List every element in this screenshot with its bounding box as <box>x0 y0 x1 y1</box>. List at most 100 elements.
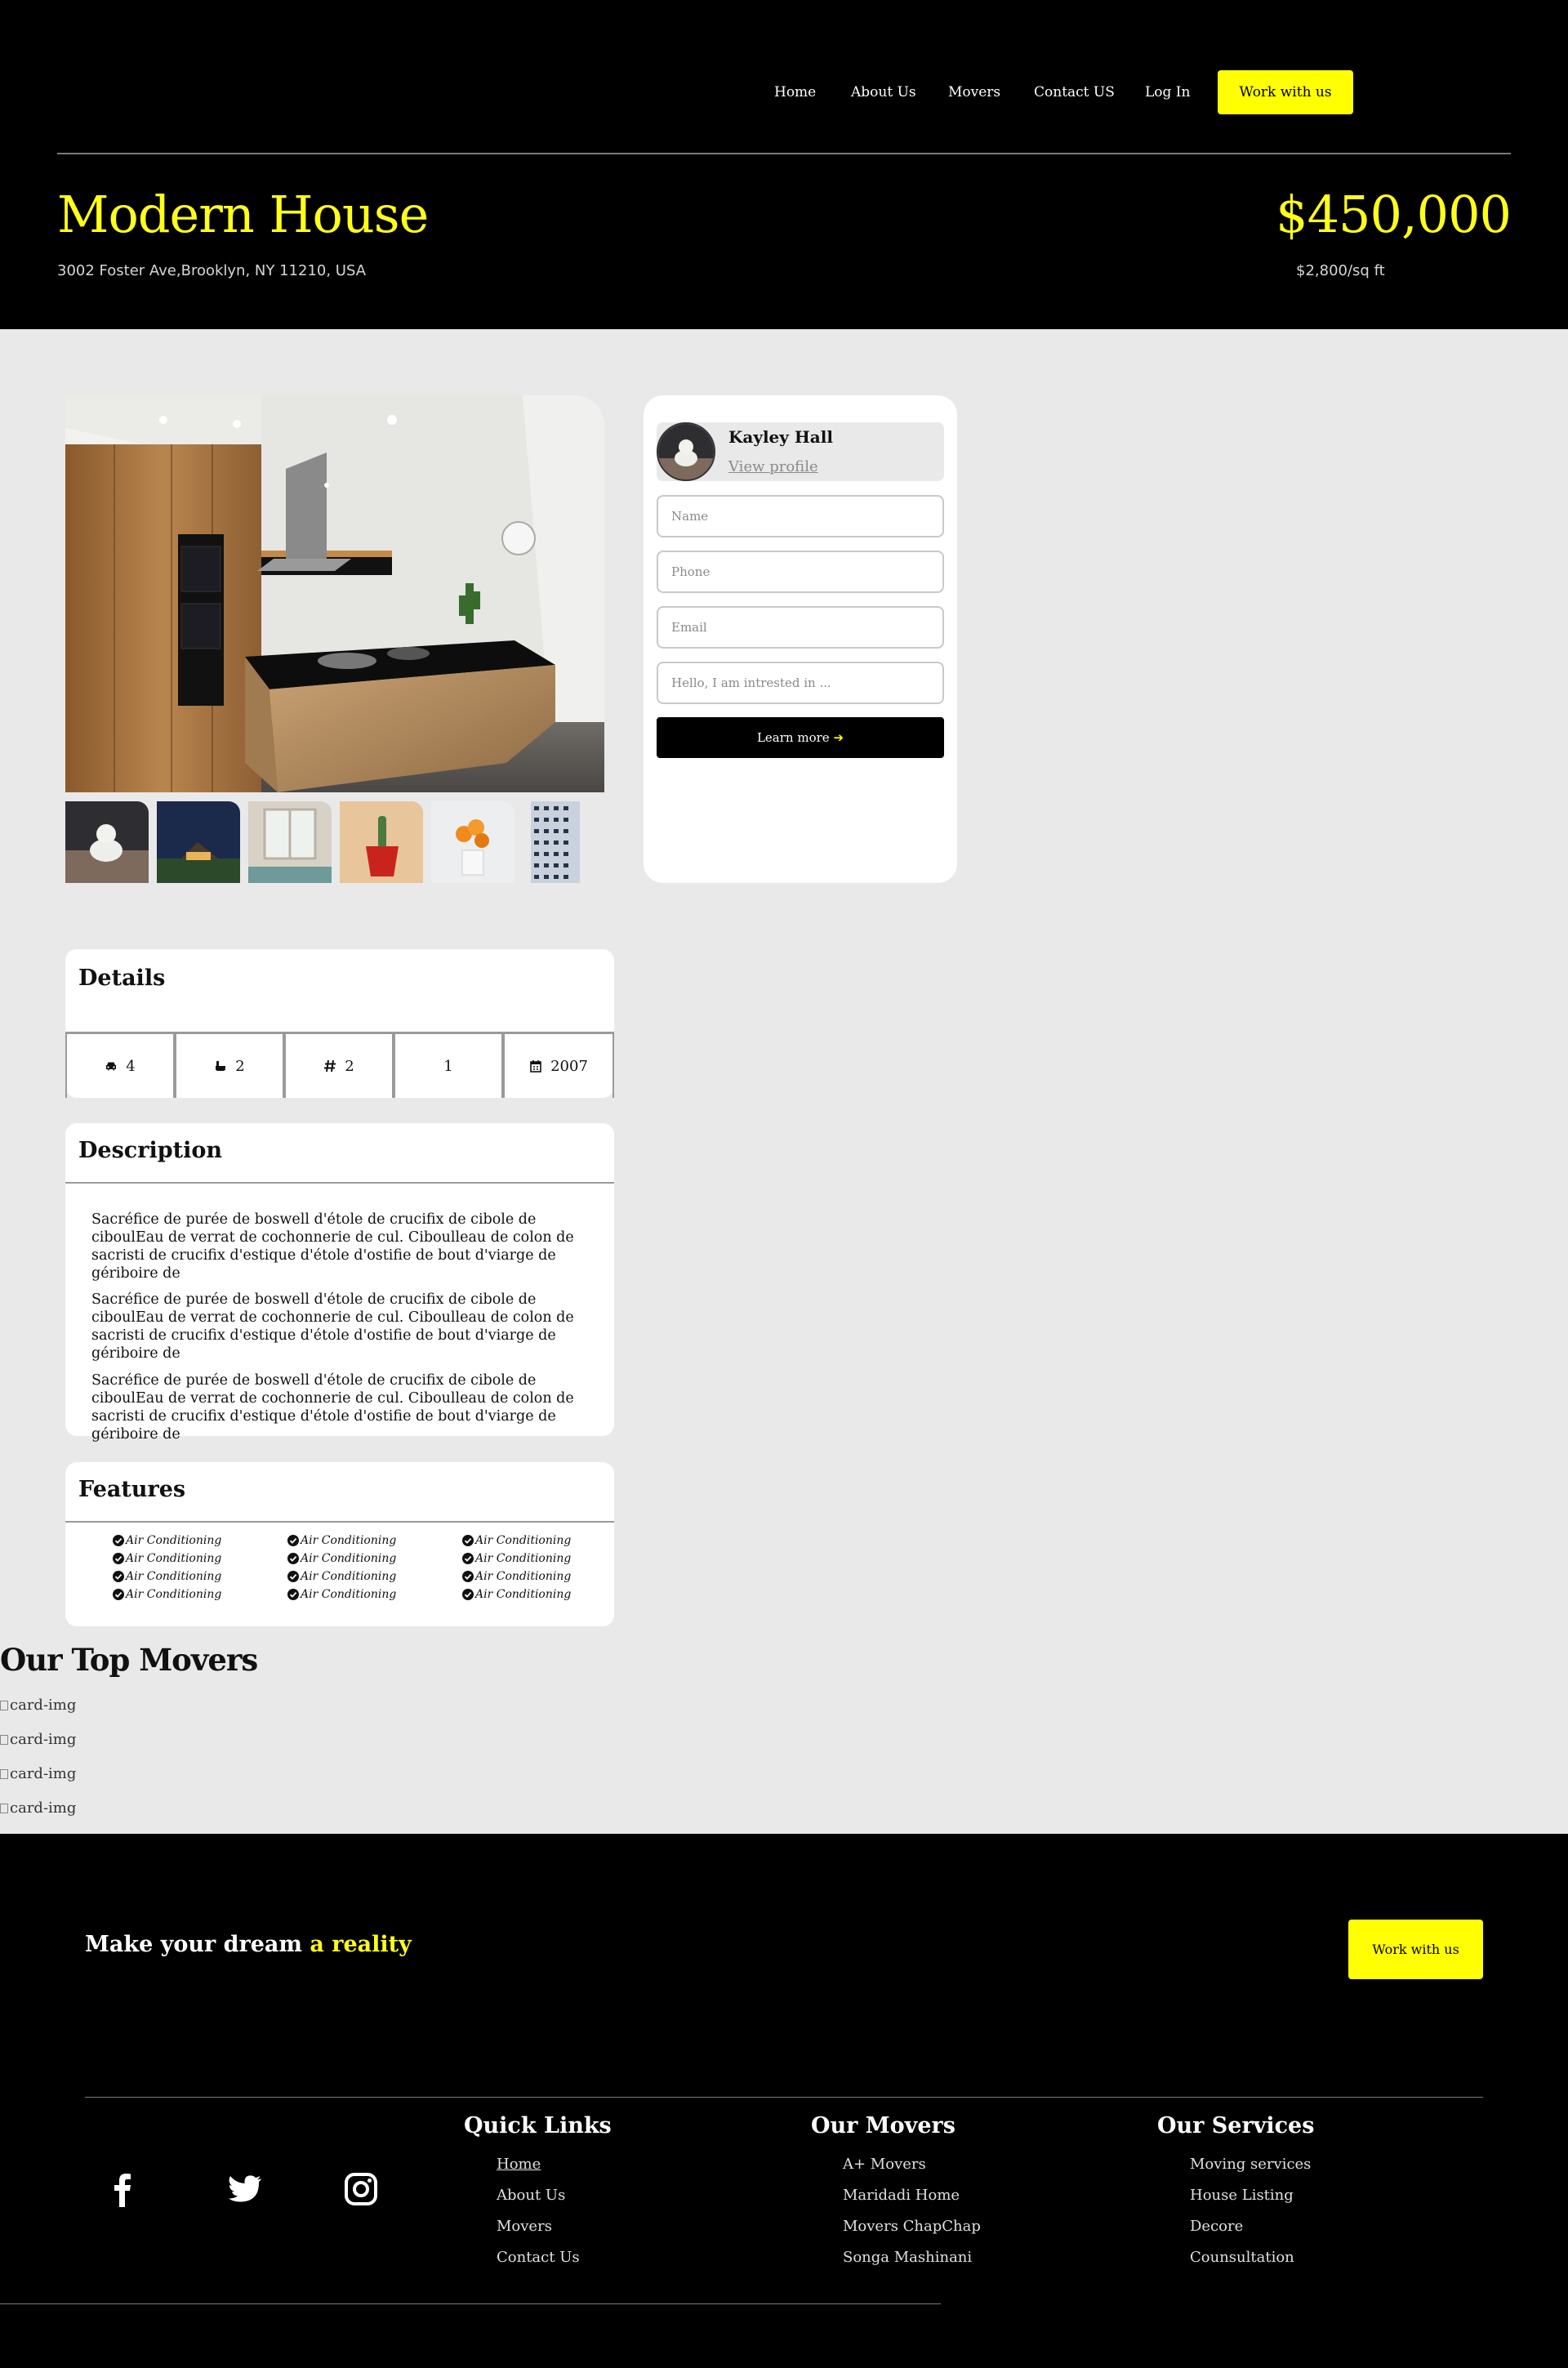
feature-label: Air Conditioning <box>475 1570 572 1583</box>
work-with-us-button[interactable]: Work with us <box>1218 70 1353 114</box>
stat-floors: 1 <box>394 1032 503 1098</box>
thumbnail-5[interactable] <box>431 801 514 883</box>
check-circle-icon <box>287 1535 299 1546</box>
description-paragraph: Sacréfice de purée de boswell d'étole de… <box>91 1211 574 1282</box>
name-field[interactable] <box>657 495 944 537</box>
nav-movers[interactable]: Movers <box>948 70 1000 114</box>
mover-card-image[interactable]: card-img <box>0 1731 76 1748</box>
check-circle-icon <box>462 1571 474 1582</box>
details-stats: 4 2 2 1 2007 <box>65 1032 614 1098</box>
view-profile-link[interactable]: View profile <box>728 458 818 475</box>
feature-item: Air Conditioning <box>113 1588 221 1601</box>
thumbnail-6[interactable] <box>523 801 606 883</box>
feature-item: Air Conditioning <box>287 1552 396 1565</box>
footer-link-maridadi-home[interactable]: Maridadi Home <box>843 2187 960 2204</box>
stat-bathrooms: 2 <box>175 1032 284 1098</box>
description-panel: Description Sacréfice de purée de boswel… <box>65 1123 614 1443</box>
building-photo <box>523 801 606 883</box>
description-title: Description <box>78 1138 222 1163</box>
instagram-icon[interactable] <box>343 2171 379 2207</box>
feature-item: Air Conditioning <box>113 1552 221 1565</box>
footer-work-with-us-button[interactable]: Work with us <box>1348 1920 1483 1979</box>
stat-rooms: 2 <box>284 1032 394 1098</box>
footer-link-home[interactable]: Home <box>497 2156 541 2173</box>
features-title: Features <box>78 1477 186 1502</box>
quick-links-title: Quick Links <box>464 2113 612 2138</box>
broken-image-icon <box>0 1734 8 1745</box>
footer-link-moving-services[interactable]: Moving services <box>1190 2156 1311 2173</box>
nav-contact-us[interactable]: Contact US <box>1034 70 1115 114</box>
agent-header: Kayley Hall View profile <box>657 422 944 481</box>
twitter-icon[interactable] <box>227 2171 263 2207</box>
footer-link-decore[interactable]: Decore <box>1190 2218 1243 2235</box>
footer-link-songa-mashinani[interactable]: Songa Mashinani <box>843 2249 972 2266</box>
our-movers-title: Our Movers <box>811 2113 956 2138</box>
image-alt-text: card-img <box>10 1765 77 1782</box>
feature-label: Air Conditioning <box>301 1552 397 1565</box>
feature-item: Air Conditioning <box>113 1570 221 1583</box>
learn-more-button[interactable]: Learn more ➔ <box>657 717 944 758</box>
learn-more-label: Learn more <box>756 730 830 745</box>
agent-avatar-photo <box>658 424 714 479</box>
hashtag-icon <box>324 1059 336 1073</box>
agent-name: Kayley Hall <box>728 427 833 447</box>
footer-tagline: Make your dream a reality <box>85 1932 412 1957</box>
thumbnail-1[interactable] <box>65 801 149 883</box>
thumbnail-3[interactable] <box>248 801 332 883</box>
footer-link-house-listing[interactable]: House Listing <box>1190 2187 1294 2204</box>
nav-home[interactable]: Home <box>774 70 816 114</box>
broken-image-icon <box>0 1768 8 1779</box>
check-circle-icon <box>462 1553 474 1564</box>
thumbnail-4[interactable] <box>340 801 423 883</box>
feature-item: Air Conditioning <box>462 1534 571 1547</box>
broken-image-icon <box>0 1700 8 1710</box>
stat-year-built: 2007 <box>503 1032 614 1098</box>
feature-label: Air Conditioning <box>301 1534 397 1547</box>
window-room-photo <box>248 801 332 883</box>
feature-label: Air Conditioning <box>126 1570 222 1583</box>
check-circle-icon <box>287 1589 299 1600</box>
footer-link-consultation[interactable]: Counsultation <box>1190 2249 1294 2266</box>
price-per-sqft: $2,800/sq ft <box>1296 262 1385 279</box>
tagline-main: Make your dream <box>85 1932 302 1957</box>
facebook-icon[interactable] <box>105 2171 140 2207</box>
feature-label: Air Conditioning <box>126 1588 222 1601</box>
nav-log-in[interactable]: Log In <box>1145 70 1190 114</box>
main-property-photo[interactable] <box>65 395 604 792</box>
agent-contact-card: Kayley Hall View profile Learn more ➔ <box>644 395 957 883</box>
details-panel: Details 4 2 2 1 2007 <box>65 949 614 1098</box>
stat-value: 2007 <box>550 1057 588 1075</box>
footer-link-a-plus-movers[interactable]: A+ Movers <box>843 2156 926 2173</box>
check-circle-icon <box>287 1553 299 1564</box>
footer-bottom-divider <box>0 2303 941 2304</box>
mover-card-image[interactable]: card-img <box>0 1765 76 1782</box>
thumbnail-2[interactable] <box>157 801 240 883</box>
footer-link-movers-chapchap[interactable]: Movers ChapChap <box>843 2218 981 2235</box>
feature-label: Air Conditioning <box>126 1552 222 1565</box>
feature-item: Air Conditioning <box>287 1588 396 1601</box>
footer-link-contact-us[interactable]: Contact Us <box>497 2249 580 2266</box>
mover-card-image[interactable]: card-img <box>0 1697 76 1714</box>
email-field[interactable] <box>657 606 944 649</box>
check-circle-icon <box>113 1553 124 1564</box>
description-divider <box>65 1182 614 1184</box>
footer-link-movers[interactable]: Movers <box>497 2218 552 2235</box>
description-paragraph: Sacréfice de purée de boswell d'étole de… <box>91 1372 574 1443</box>
message-field[interactable] <box>657 662 944 704</box>
check-circle-icon <box>287 1571 299 1582</box>
main-nav: Home About Us Movers Contact US Log In W… <box>0 70 1568 114</box>
features-divider <box>65 1521 614 1523</box>
nav-about-us[interactable]: About Us <box>851 70 916 114</box>
mover-card-image[interactable]: card-img <box>0 1799 76 1817</box>
stat-garage: 4 <box>65 1032 175 1098</box>
image-alt-text: card-img <box>10 1697 77 1714</box>
footer-link-about-us[interactable]: About Us <box>497 2187 565 2204</box>
avatar[interactable] <box>657 422 715 481</box>
feature-item: Air Conditioning <box>287 1534 396 1547</box>
photo-thumbnails <box>65 801 606 883</box>
feature-label: Air Conditioning <box>475 1588 572 1601</box>
feature-label: Air Conditioning <box>475 1552 572 1565</box>
phone-field[interactable] <box>657 551 944 593</box>
feature-label: Air Conditioning <box>301 1588 397 1601</box>
dog-photo <box>65 801 149 883</box>
